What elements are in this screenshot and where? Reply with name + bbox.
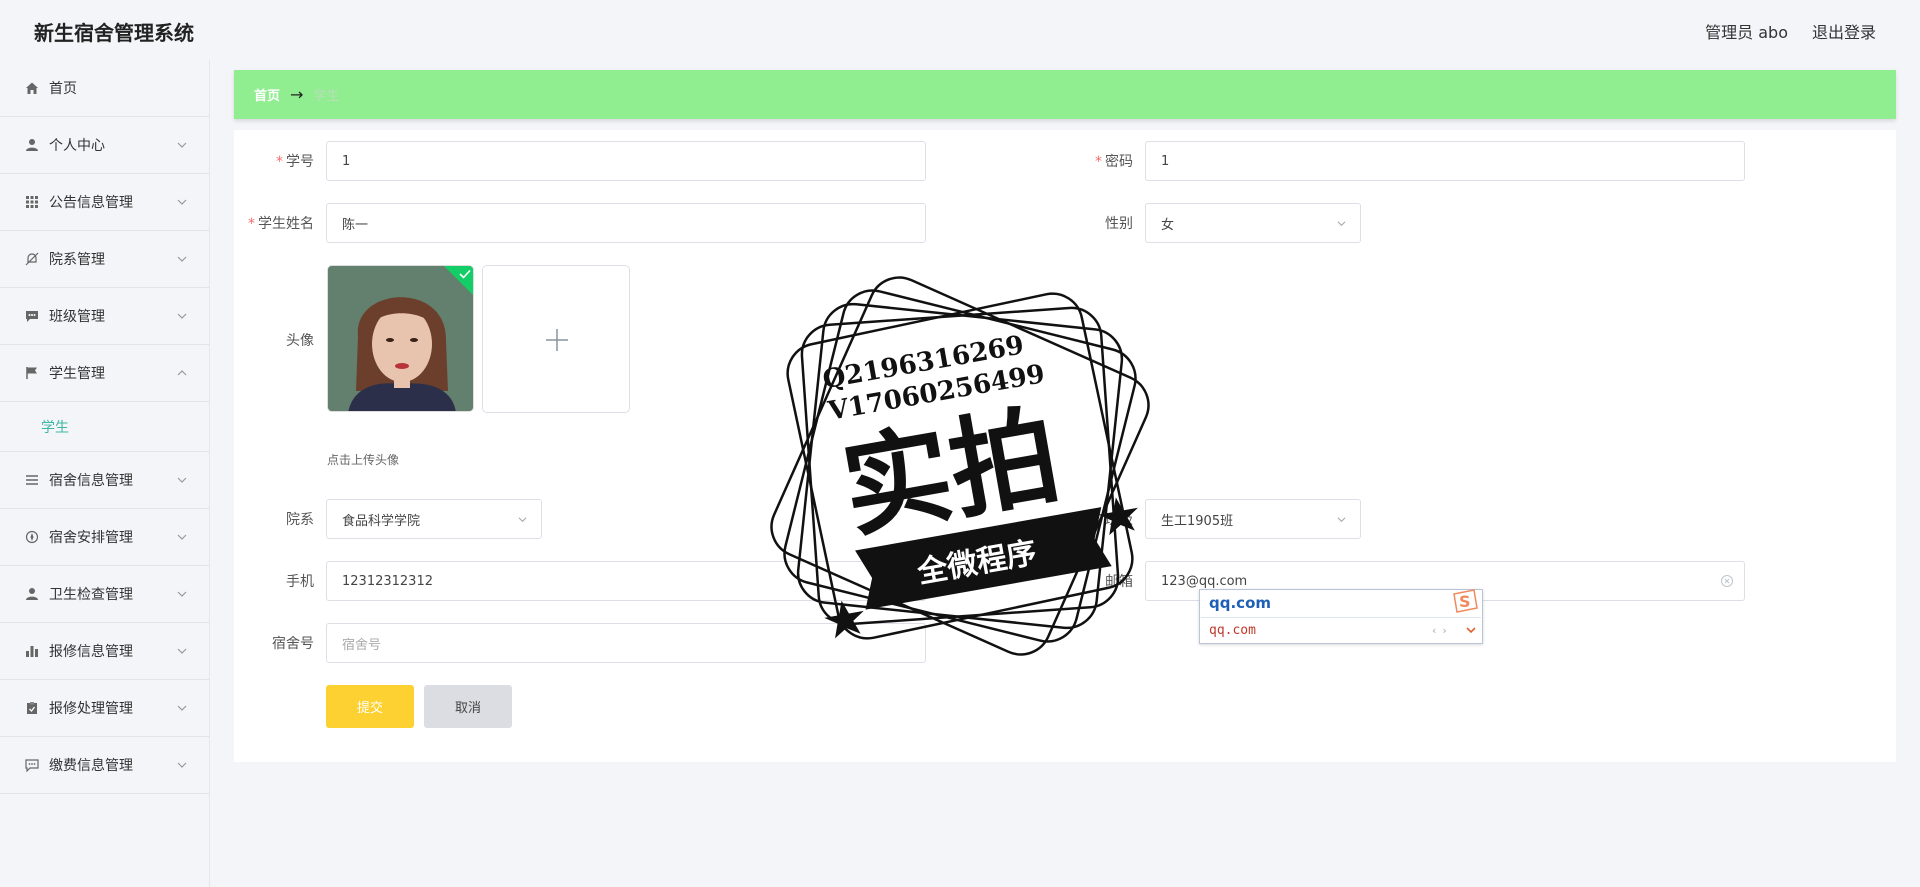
sidebar-subitem-student[interactable]: 学生 [0, 402, 209, 452]
clear-icon[interactable] [1720, 574, 1734, 588]
sidebar-item-personal-center[interactable]: 个人中心 [0, 117, 209, 174]
student-no-label: * 学号 [276, 154, 314, 170]
user-icon [24, 137, 40, 153]
header-user-area: 管理员 abo 退出登录 [1705, 19, 1876, 43]
chevron-down-icon [177, 313, 187, 319]
chevron-down-icon [177, 648, 187, 654]
sidebar-item-dorm-arrange[interactable]: 宿舍安排管理 [0, 509, 209, 566]
sidebar-item-announcement[interactable]: 公告信息管理 [0, 174, 209, 231]
svg-text:S: S [1459, 592, 1471, 611]
chevron-down-icon [177, 199, 187, 205]
sidebar-item-repair-process[interactable]: 报修处理管理 [0, 680, 209, 737]
breadcrumb-home[interactable]: 首页 [254, 85, 280, 104]
chevron-down-icon [177, 142, 187, 148]
top-header: 新生宿舍管理系统 管理员 abo 退出登录 [0, 0, 1920, 60]
password-label: * 密码 [1095, 154, 1133, 170]
sidebar-item-label: 院系管理 [49, 252, 105, 268]
ime-candidate-item[interactable]: qq.com [1209, 623, 1256, 638]
chevron-down-icon [177, 705, 187, 711]
sidebar-item-label: 学生管理 [49, 366, 105, 382]
bar-chart-icon [24, 643, 40, 659]
dorm-no-input[interactable]: 宿舍号 [326, 623, 926, 663]
chevron-down-icon [1337, 221, 1346, 227]
breadcrumb-current: 学生 [313, 89, 340, 104]
email-label: 邮箱 [1105, 574, 1133, 590]
phone-input[interactable]: 12312312312 [326, 561, 926, 601]
chevron-up-icon [177, 370, 187, 376]
app-title: 新生宿舍管理系统 [34, 21, 194, 45]
plus-icon [546, 329, 568, 351]
class-label: 班级 [1105, 512, 1133, 528]
grid-icon [24, 194, 40, 210]
sidebar-item-label: 报修信息管理 [49, 644, 133, 660]
chevron-down-icon [177, 762, 187, 768]
chevron-down-icon [177, 256, 187, 262]
gender-label: 性别 [1105, 216, 1133, 232]
ime-page-arrows[interactable]: ‹› [1432, 624, 1453, 637]
avatar-upload-hint: 点击上传头像 [327, 453, 400, 467]
submit-button[interactable]: 提交 [326, 685, 414, 728]
chevron-down-icon [177, 591, 187, 597]
chevron-down-icon [1337, 517, 1346, 523]
breadcrumb: 首页 → 学生 [234, 70, 1896, 119]
sidebar-item-home[interactable]: 首页 [0, 60, 209, 117]
sidebar-item-student-management[interactable]: 学生管理 [0, 345, 209, 402]
chevron-down-icon[interactable] [1466, 625, 1476, 635]
avatar-label: 头像 [286, 333, 314, 349]
sidebar-item-label: 宿舍安排管理 [49, 530, 133, 546]
bell-off-icon [24, 251, 40, 267]
sidebar-item-label: 宿舍信息管理 [49, 473, 133, 489]
logout-link[interactable]: 退出登录 [1812, 19, 1876, 43]
ime-candidate-popup: qq.com qq.com ‹› S [1199, 589, 1483, 644]
sidebar-item-class[interactable]: 班级管理 [0, 288, 209, 345]
chevron-down-icon [518, 517, 527, 523]
sidebar-item-label: 个人中心 [49, 138, 105, 154]
sidebar-item-label: 班级管理 [49, 309, 105, 325]
home-icon [24, 80, 40, 96]
clipboard-icon [24, 700, 40, 716]
avatar-image[interactable] [327, 265, 474, 412]
ime-composition-text: qq.com [1209, 594, 1271, 612]
gender-select[interactable]: 女 [1145, 203, 1361, 243]
ime-divider [1201, 617, 1481, 618]
chat-icon [24, 308, 40, 324]
chevron-down-icon [177, 534, 187, 540]
sidebar-item-label: 卫生检查管理 [49, 587, 133, 603]
check-icon [459, 269, 471, 279]
avatar-upload-button[interactable] [482, 265, 630, 413]
sidebar-item-label: 报修处理管理 [49, 701, 133, 717]
sidebar-item-dorm-info[interactable]: 宿舍信息管理 [0, 452, 209, 509]
chevron-down-icon [177, 477, 187, 483]
student-name-input[interactable]: 陈一 [326, 203, 926, 243]
flag-icon [24, 365, 40, 381]
sidebar-item-payment[interactable]: 缴费信息管理 [0, 737, 209, 794]
sidebar-item-label: 缴费信息管理 [49, 758, 133, 774]
sidebar-item-label: 公告信息管理 [49, 195, 133, 211]
sogou-logo-icon: S [1453, 589, 1478, 613]
class-select[interactable]: 生工1905班 [1145, 499, 1361, 539]
department-value: 食品科学学院 [342, 513, 421, 529]
sidebar: 首页 个人中心 公告信息管理 院系管理 班级管理 学生管理 学生 宿舍信息管理 … [0, 60, 210, 887]
sidebar-item-department[interactable]: 院系管理 [0, 231, 209, 288]
student-no-input[interactable]: 1 [326, 141, 926, 181]
gender-value: 女 [1161, 217, 1175, 233]
department-select[interactable]: 食品科学学院 [326, 499, 542, 539]
cancel-button[interactable]: 取消 [424, 685, 512, 728]
list-icon [24, 472, 40, 488]
password-input[interactable]: 1 [1145, 141, 1745, 181]
department-label: 院系 [286, 512, 314, 528]
user-label: 管理员 abo [1705, 23, 1788, 42]
sidebar-item-repair-info[interactable]: 报修信息管理 [0, 623, 209, 680]
student-name-label: * 学生姓名 [248, 216, 314, 232]
phone-label: 手机 [286, 574, 314, 590]
sidebar-item-label: 首页 [49, 81, 77, 97]
compass-icon [24, 529, 40, 545]
breadcrumb-separator: → [290, 85, 304, 104]
class-value: 生工1905班 [1161, 513, 1234, 529]
comment-icon [24, 757, 40, 773]
email-value: 123@qq.com [1161, 573, 1248, 589]
dorm-no-label: 宿舍号 [272, 636, 314, 652]
sidebar-item-hygiene[interactable]: 卫生检查管理 [0, 566, 209, 623]
user-icon [24, 586, 40, 602]
